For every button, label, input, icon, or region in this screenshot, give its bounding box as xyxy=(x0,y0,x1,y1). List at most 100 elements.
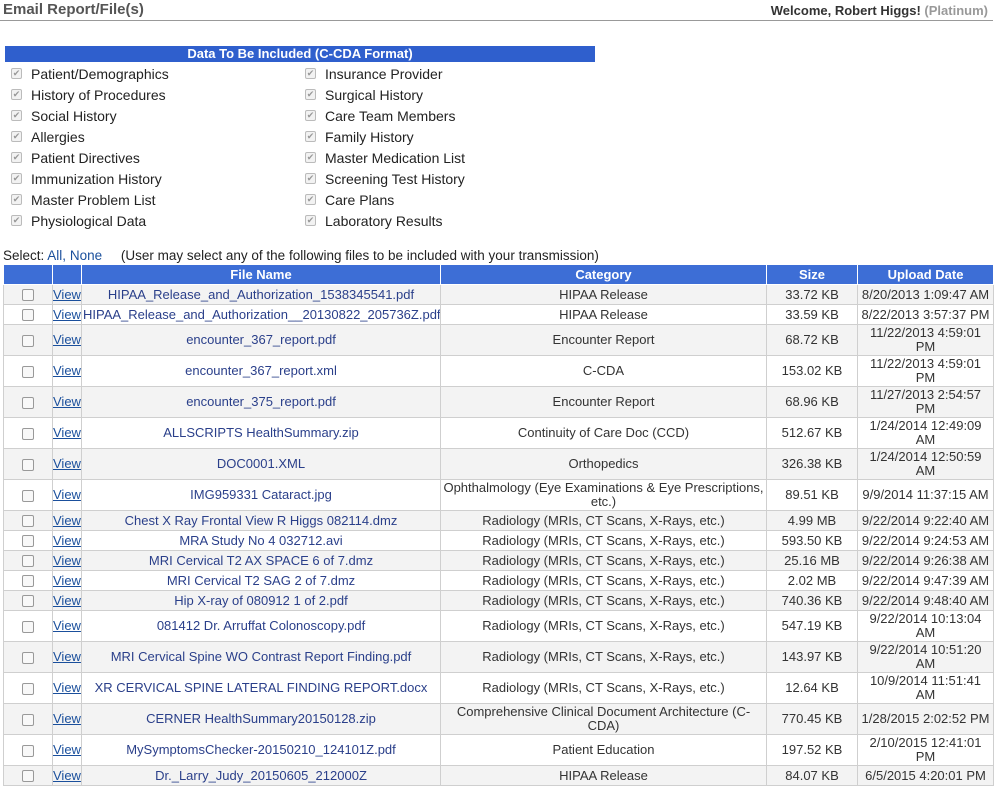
view-link[interactable]: View xyxy=(52,386,82,418)
checked-icon[interactable]: ✔ xyxy=(11,151,22,163)
data-item-checkbox[interactable]: ✔ Patient Directives xyxy=(11,148,140,168)
row-checkbox[interactable] xyxy=(22,535,34,548)
view-link[interactable]: View xyxy=(52,479,82,511)
view-link[interactable]: View xyxy=(52,417,82,449)
checked-icon[interactable]: ✔ xyxy=(11,109,22,121)
col-header-size[interactable]: Size xyxy=(766,264,858,285)
size-cell: 33.72 KB xyxy=(766,284,858,305)
row-checkbox[interactable] xyxy=(22,309,34,322)
col-header-category[interactable]: Category xyxy=(440,264,767,285)
upload-date-cell: 9/22/2014 9:26:38 AM xyxy=(857,550,994,571)
data-item-checkbox[interactable]: ✔ Surgical History xyxy=(305,85,423,105)
col-header-upload-date[interactable]: Upload Date xyxy=(857,264,994,285)
row-checkbox[interactable] xyxy=(22,575,34,588)
checked-icon[interactable]: ✔ xyxy=(11,88,22,100)
view-link[interactable]: View xyxy=(52,355,82,387)
row-checkbox[interactable] xyxy=(22,396,34,409)
size-cell: 2.02 MB xyxy=(766,570,858,591)
data-item-label: Allergies xyxy=(31,129,85,145)
checked-icon[interactable]: ✔ xyxy=(11,130,22,142)
row-checkbox[interactable] xyxy=(22,427,34,440)
upload-date-cell: 8/22/2013 3:57:37 PM xyxy=(857,304,994,325)
checked-icon[interactable]: ✔ xyxy=(305,130,316,142)
checked-icon[interactable]: ✔ xyxy=(305,151,316,163)
data-item-checkbox[interactable]: ✔ Care Plans xyxy=(305,190,394,210)
view-link[interactable]: View xyxy=(52,641,82,673)
row-checkbox[interactable] xyxy=(22,458,34,471)
data-item-checkbox[interactable]: ✔ Family History xyxy=(305,127,414,147)
view-link[interactable]: View xyxy=(52,672,82,704)
row-checkbox[interactable] xyxy=(22,713,34,726)
view-link[interactable]: View xyxy=(52,610,82,642)
data-item-label: Care Plans xyxy=(325,192,395,208)
data-item-checkbox[interactable]: ✔ History of Procedures xyxy=(11,85,166,105)
row-select-cell xyxy=(3,610,53,642)
col-header-file-name[interactable]: File Name xyxy=(81,264,441,285)
view-link[interactable]: View xyxy=(52,570,82,591)
table-header-row: File Name Category Size Upload Date xyxy=(3,264,994,285)
row-checkbox[interactable] xyxy=(22,365,34,378)
select-none-link[interactable]: None xyxy=(70,248,102,263)
checked-icon[interactable]: ✔ xyxy=(305,214,316,226)
checked-icon[interactable]: ✔ xyxy=(305,172,316,184)
checked-icon[interactable]: ✔ xyxy=(11,193,22,205)
row-checkbox[interactable] xyxy=(22,620,34,633)
view-link[interactable]: View xyxy=(52,448,82,480)
checked-icon[interactable]: ✔ xyxy=(305,193,316,205)
view-link[interactable]: View xyxy=(52,550,82,571)
checked-icon[interactable]: ✔ xyxy=(11,67,22,79)
size-cell: 740.36 KB xyxy=(766,590,858,611)
category-cell: Encounter Report xyxy=(440,386,767,418)
view-link[interactable]: View xyxy=(52,304,82,325)
data-item-checkbox[interactable]: ✔ Laboratory Results xyxy=(305,211,443,231)
row-checkbox[interactable] xyxy=(22,515,34,528)
size-cell: 33.59 KB xyxy=(766,304,858,325)
view-link[interactable]: View xyxy=(52,510,82,531)
data-item-label: Master Problem List xyxy=(31,192,156,208)
row-checkbox[interactable] xyxy=(22,555,34,568)
data-item-checkbox[interactable]: ✔ Patient/Demographics xyxy=(11,64,169,84)
row-checkbox[interactable] xyxy=(22,595,34,608)
view-link[interactable]: View xyxy=(52,324,82,356)
checked-icon[interactable]: ✔ xyxy=(11,214,22,226)
data-item-checkbox[interactable]: ✔ Master Medication List xyxy=(305,148,465,168)
upload-date-cell: 10/9/2014 11:51:41 AM xyxy=(857,672,994,704)
view-link[interactable]: View xyxy=(52,734,82,766)
select-all-link[interactable]: All, xyxy=(47,248,66,263)
view-link[interactable]: View xyxy=(52,590,82,611)
row-checkbox[interactable] xyxy=(22,289,34,302)
data-item-checkbox[interactable]: ✔ Care Team Members xyxy=(305,106,455,126)
row-checkbox[interactable] xyxy=(22,334,34,347)
checked-icon[interactable]: ✔ xyxy=(305,88,316,100)
data-item-checkbox[interactable]: ✔ Physiological Data xyxy=(11,211,146,231)
plan-badge: Platinum xyxy=(928,3,984,18)
checked-icon[interactable]: ✔ xyxy=(305,67,316,79)
data-item-checkbox[interactable]: ✔ Allergies xyxy=(11,127,85,147)
data-item-checkbox[interactable]: ✔ Immunization History xyxy=(11,169,162,189)
view-link[interactable]: View xyxy=(52,284,82,305)
view-link[interactable]: View xyxy=(52,703,82,735)
view-link[interactable]: View xyxy=(52,530,82,551)
row-checkbox[interactable] xyxy=(22,489,34,502)
data-item-checkbox[interactable]: ✔ Social History xyxy=(11,106,117,126)
row-select-cell xyxy=(3,550,53,571)
table-row: View encounter_367_report.pdf Encounter Re… xyxy=(3,324,994,356)
upload-date-cell: 1/24/2014 12:49:09 AM xyxy=(857,417,994,449)
row-checkbox[interactable] xyxy=(22,744,34,757)
data-item-checkbox[interactable]: ✔ Screening Test History xyxy=(305,169,465,189)
row-checkbox[interactable] xyxy=(22,770,34,783)
table-row: View encounter_367_report.xml C-CDA 153.02 … xyxy=(3,355,994,387)
data-item-label: Physiological Data xyxy=(31,213,147,229)
row-checkbox[interactable] xyxy=(22,651,34,664)
checked-icon[interactable]: ✔ xyxy=(11,172,22,184)
data-item-label: Patient/Demographics xyxy=(31,66,169,82)
checked-icon[interactable]: ✔ xyxy=(305,109,316,121)
data-item-checkbox[interactable]: ✔ Master Problem List xyxy=(11,190,155,210)
size-cell: 4.99 MB xyxy=(766,510,858,531)
view-link[interactable]: View xyxy=(52,765,82,786)
file-name-cell: CERNER HealthSummary20150128.zip xyxy=(81,703,441,735)
row-checkbox[interactable] xyxy=(22,682,34,695)
file-name-cell: Chest X Ray Frontal View R Higgs 082114.… xyxy=(81,510,441,531)
table-row: View IMG959331 Cataract.jpg Ophthalmology … xyxy=(3,479,994,511)
data-item-checkbox[interactable]: ✔ Insurance Provider xyxy=(305,64,443,84)
